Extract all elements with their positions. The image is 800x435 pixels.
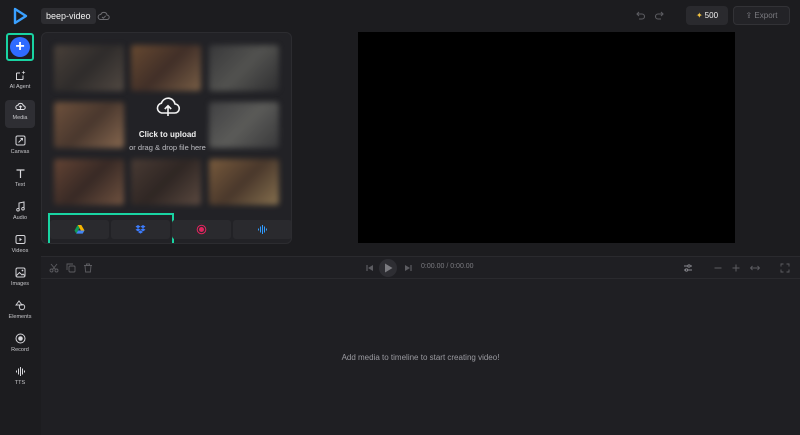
sidebar-item-elements[interactable]: Elements (5, 299, 35, 327)
sidebar-item-label: Text (14, 182, 26, 188)
timeline-empty-message: Add media to timeline to start creating … (341, 353, 500, 362)
record-icon (196, 224, 207, 235)
sidebar-item-audio[interactable]: Audio (5, 200, 35, 228)
duplicate-icon[interactable] (66, 263, 76, 273)
adjust-icon[interactable] (683, 263, 693, 273)
trash-icon[interactable] (83, 263, 93, 273)
fit-timeline-icon[interactable] (750, 263, 760, 273)
media-thumbnail[interactable] (54, 45, 124, 91)
cloud-saved-icon (97, 11, 110, 20)
google-drive-icon (74, 225, 85, 234)
fullscreen-icon[interactable] (780, 263, 790, 273)
media-thumbnail[interactable] (209, 159, 279, 205)
sparkle-icon: ✦ (695, 11, 703, 20)
upload-title: Click to upload (138, 130, 197, 139)
shapes-icon (14, 300, 25, 311)
sidebar-item-tts[interactable]: TTS (5, 365, 35, 393)
undo-icon[interactable] (634, 10, 646, 22)
timeline: 0:00.00 / 0:00.00 Add media to timeline … (41, 256, 800, 435)
sidebar-item-ai-agent[interactable]: AI Agent (5, 69, 35, 97)
redo-icon[interactable] (654, 10, 666, 22)
dropbox-button[interactable] (111, 220, 170, 239)
time-display: 0:00.00 / 0:00.00 (421, 263, 474, 270)
sidebar-item-videos[interactable]: Videos (5, 233, 35, 261)
video-preview[interactable] (358, 32, 735, 243)
sidebar-item-canvas[interactable]: Canvas (5, 134, 35, 162)
sidebar-item-label: TTS (14, 380, 26, 386)
plus-icon: + (10, 37, 30, 57)
sidebar-item-label: Videos (11, 248, 29, 254)
google-drive-button[interactable] (50, 220, 109, 239)
sidebar-item-images[interactable]: Images (5, 266, 35, 294)
image-icon (15, 267, 25, 278)
total-time: 0:00.00 (450, 263, 474, 270)
sidebar: + AI Agent Media Canvas Text Audio Video… (0, 32, 40, 435)
skip-back-icon[interactable] (365, 263, 375, 273)
credits-count: 500 (704, 11, 719, 20)
dropbox-icon (135, 225, 146, 234)
music-icon (15, 201, 25, 212)
canvas-icon (15, 135, 25, 146)
sidebar-item-label: Elements (8, 314, 32, 320)
media-thumbnail[interactable] (131, 45, 201, 91)
sidebar-item-label: Audio (12, 215, 28, 221)
media-thumbnail[interactable] (209, 45, 279, 91)
sidebar-item-label: Images (10, 281, 30, 287)
record-icon (15, 333, 25, 344)
export-button[interactable]: ⇪ Export (733, 6, 790, 25)
media-thumbnail[interactable] (54, 159, 124, 205)
add-media-button[interactable]: + (6, 33, 34, 61)
upload-subtitle: or drag & drop file here (129, 143, 206, 152)
record-media-button[interactable] (172, 220, 231, 239)
sidebar-item-label: AI Agent (9, 84, 31, 90)
time-separator: / (446, 263, 449, 270)
import-sources (46, 213, 291, 243)
sidebar-item-label: Record (11, 347, 29, 353)
timeline-toolbar: 0:00.00 / 0:00.00 (41, 257, 800, 279)
scissors-icon[interactable] (49, 263, 59, 273)
video-icon (15, 235, 25, 244)
cloud-upload-icon (156, 97, 180, 116)
media-panel: Click to upload or drag & drop file here (41, 32, 292, 244)
zoom-out-icon[interactable] (713, 263, 723, 273)
video-editor: beep-video ✦ 500 ⇪ Export + AI Agent Med… (0, 0, 800, 435)
media-thumbnail[interactable] (131, 159, 201, 205)
text-icon (16, 169, 24, 178)
upload-dropzone[interactable]: Click to upload or drag & drop file here (42, 95, 291, 152)
app-logo-icon[interactable] (12, 7, 28, 25)
cloud-upload-icon (14, 102, 26, 111)
credits-button[interactable]: ✦ 500 (686, 6, 728, 25)
sidebar-item-media[interactable]: Media (5, 100, 35, 128)
current-time: 0:00.00 (421, 263, 445, 270)
top-bar: beep-video ✦ 500 ⇪ Export (0, 0, 800, 32)
zoom-in-icon[interactable] (731, 263, 741, 273)
skip-forward-icon[interactable] (403, 263, 413, 273)
export-icon: ⇪ (745, 11, 753, 20)
play-icon (385, 263, 393, 273)
sidebar-item-text[interactable]: Text (5, 167, 35, 195)
ai-agent-icon (15, 70, 25, 80)
tts-button[interactable] (233, 220, 291, 239)
sidebar-item-label: Canvas (10, 149, 30, 155)
tts-icon (15, 367, 25, 376)
export-label: Export (754, 11, 778, 20)
project-name-field[interactable]: beep-video (41, 8, 96, 24)
sidebar-item-record[interactable]: Record (5, 332, 35, 360)
sidebar-item-label: Media (12, 115, 28, 121)
audio-wave-icon (258, 225, 267, 234)
play-button[interactable] (379, 259, 397, 277)
